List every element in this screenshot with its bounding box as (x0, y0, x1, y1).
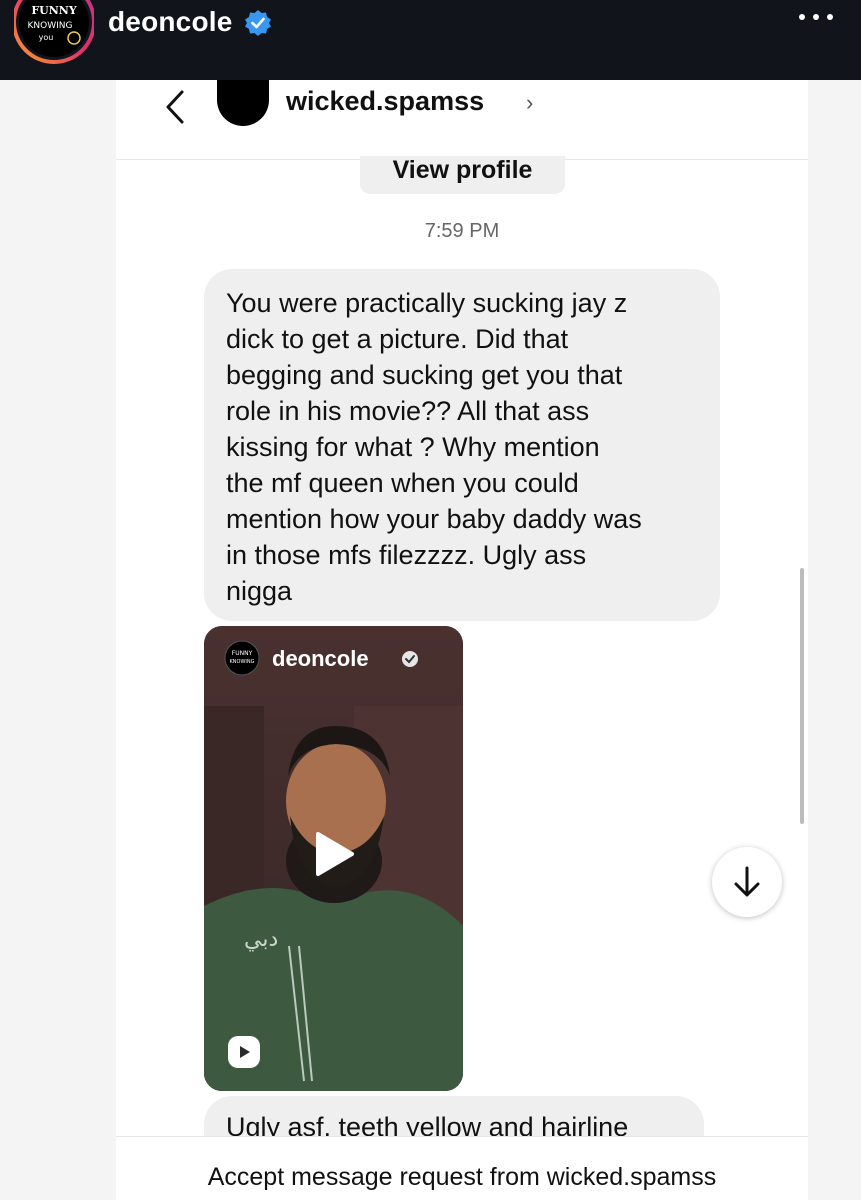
message-line: nigga (226, 576, 293, 606)
arrow-down-icon (734, 866, 760, 897)
more-options-icon[interactable] (799, 14, 833, 20)
message-line: mention how your baby daddy was (226, 504, 642, 534)
verified-badge-icon (402, 651, 418, 667)
message-line: dick to get a picture. Did that (226, 324, 569, 354)
svg-text:FUNNY: FUNNY (31, 4, 77, 17)
message-request-bar: Accept message request from wicked.spams… (116, 1136, 808, 1200)
message-line: begging and sucking get you that (226, 360, 623, 390)
view-profile-button[interactable]: View profile (360, 156, 565, 194)
message-bubble[interactable]: You were practically sucking jay z dick … (204, 269, 720, 621)
message-line: kissing for what ? Why mention (226, 432, 600, 462)
message-line: in those mfs filezzzz. Ugly ass (226, 540, 587, 570)
reel-author-avatar: FUNNY KNOWING (224, 640, 260, 676)
scrollbar[interactable] (800, 568, 804, 824)
message-line: the mf queen when you could (226, 468, 579, 498)
message-line: You were practically sucking jay z (226, 288, 628, 318)
dm-header: wicked.spamss › (116, 80, 808, 160)
contact-name[interactable]: wicked.spamss (286, 86, 484, 117)
left-margin (0, 80, 116, 1200)
reels-icon (228, 1036, 260, 1068)
shared-reel[interactable]: دبي FUNNY KNOWING deoncole (204, 626, 463, 1091)
story-header: FUNNY KNOWING you deoncole (0, 0, 861, 80)
svg-text:KNOWING: KNOWING (28, 21, 73, 31)
play-icon[interactable] (312, 830, 356, 878)
chevron-right-icon[interactable]: › (526, 90, 533, 116)
svg-text:دبي: دبي (244, 927, 278, 952)
back-arrow-icon[interactable] (160, 86, 188, 128)
svg-text:you: you (39, 33, 54, 42)
accept-request-prompt: Accept message request from wicked.spams… (207, 1163, 717, 1191)
message-timestamp: 7:59 PM (424, 220, 500, 242)
story-username[interactable]: deoncole (108, 6, 233, 38)
verified-badge-icon (245, 10, 271, 36)
svg-text:FUNNY: FUNNY (232, 650, 253, 657)
profile-avatar[interactable]: FUNNY KNOWING you (14, 0, 94, 66)
svg-text:KNOWING: KNOWING (230, 659, 255, 665)
contact-avatar[interactable] (217, 80, 269, 126)
message-line: role in his movie?? All that ass (226, 396, 590, 426)
scroll-to-bottom-button[interactable] (712, 847, 782, 917)
dm-screenshot: wicked.spamss › View profile 7:59 PM You… (0, 80, 861, 1200)
dm-thread: wicked.spamss › View profile 7:59 PM You… (116, 80, 808, 1200)
reel-author-name: deoncole (272, 646, 369, 671)
right-margin (808, 80, 861, 1200)
